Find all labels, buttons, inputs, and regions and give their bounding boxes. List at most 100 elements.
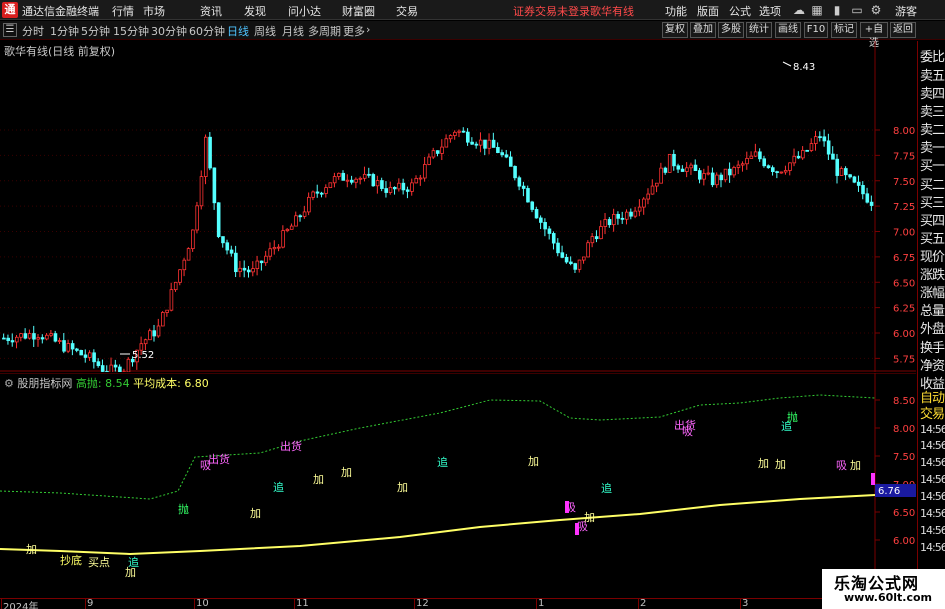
quote-field-label[interactable]: 买一 <box>920 155 945 174</box>
user-label[interactable]: 游客 <box>895 3 917 19</box>
menu-wealth[interactable]: 财富圈 <box>342 3 375 19</box>
f10-button[interactable]: F10 <box>804 22 828 38</box>
menu-market[interactable]: 行情 <box>112 3 134 19</box>
candle-body <box>869 201 874 206</box>
quote-field-label[interactable]: 买二 <box>920 174 945 193</box>
candle-body <box>753 151 758 157</box>
period-daily[interactable]: 日线 <box>227 23 249 39</box>
indicator-chart[interactable]: 8.508.007.507.006.506.006.76加加追抄底买点抛吸出货加… <box>0 372 916 599</box>
quote-field-label[interactable]: 14:56 <box>920 456 945 469</box>
settings-icon[interactable]: ⚙ <box>867 1 885 19</box>
menu-options[interactable]: 选项 <box>759 3 781 19</box>
candle-body <box>375 180 380 187</box>
candle-body <box>697 170 702 180</box>
signal-chase-label: 追 <box>128 555 139 569</box>
quote-field-label[interactable]: 14:56 <box>920 473 945 486</box>
candle-body <box>23 333 28 339</box>
candle-body <box>281 230 285 248</box>
period-15min[interactable]: 15分钟 <box>113 23 149 39</box>
quote-field-label[interactable]: 14:56 <box>920 439 945 452</box>
candle-body <box>710 172 715 186</box>
quote-field-label[interactable]: 净资 <box>920 355 945 374</box>
candle-body <box>238 267 242 273</box>
mark-button[interactable]: 标记 <box>831 22 857 38</box>
candle-body <box>809 143 814 151</box>
period-1min[interactable]: 1分钟 <box>50 23 79 39</box>
quote-field-label[interactable]: 卖二 <box>920 119 945 138</box>
quote-field-label[interactable]: 买五 <box>920 228 945 247</box>
indicator-gear-icon[interactable]: ⚙ <box>4 377 14 390</box>
quote-field-label[interactable]: 涨跌 <box>920 264 945 283</box>
candle-body <box>569 261 573 265</box>
quote-field-label[interactable]: 14:56 <box>920 423 945 436</box>
restore-icon[interactable]: ▭ <box>848 1 866 19</box>
period-5min[interactable]: 5分钟 <box>81 23 110 39</box>
candle-body <box>384 188 389 193</box>
menu-layout[interactable]: 版面 <box>697 3 719 19</box>
quote-field-label[interactable]: 卖五 <box>920 65 945 84</box>
candle-body <box>294 215 298 227</box>
quote-field-label[interactable]: 外盘 <box>920 318 945 337</box>
quote-field-label[interactable]: 买三 <box>920 192 945 211</box>
candle-body <box>818 136 822 139</box>
menu-ask[interactable]: 问小达 <box>288 3 321 19</box>
menu-discover[interactable]: 发现 <box>244 3 266 19</box>
period-60min[interactable]: 60分钟 <box>189 23 225 39</box>
period-multi[interactable]: 多周期 <box>308 23 341 39</box>
quote-field-label[interactable]: 现价 <box>920 246 945 265</box>
draw-button[interactable]: 画线 <box>775 22 801 38</box>
candle-body <box>685 167 689 172</box>
menu-trade[interactable]: 交易 <box>396 3 418 19</box>
quote-field-label[interactable]: 卖四 <box>920 83 945 102</box>
quote-field-label[interactable]: 14:56 <box>920 507 945 520</box>
menu-news[interactable]: 资讯 <box>200 3 222 19</box>
overlay-button[interactable]: 叠加 <box>690 22 716 38</box>
stats-button[interactable]: 统计 <box>746 22 772 38</box>
quote-field-label[interactable]: 换手 <box>920 337 945 356</box>
quote-field-label[interactable]: 交易 <box>920 403 945 422</box>
candle-body <box>453 131 457 136</box>
quote-field-label[interactable]: 委比 <box>920 46 945 65</box>
signal-absorb-label: 吸 <box>682 425 693 438</box>
candle-body <box>689 164 693 169</box>
back-button[interactable]: 返回 <box>890 22 916 38</box>
candle-body <box>14 336 19 343</box>
quote-field-label[interactable]: 14:56 <box>920 524 945 537</box>
adjust-button[interactable]: 复权 <box>662 22 688 38</box>
period-30min[interactable]: 30分钟 <box>151 23 187 39</box>
quote-field-label[interactable]: 买四 <box>920 210 945 229</box>
candle-body <box>362 173 367 179</box>
candle-body <box>530 201 535 210</box>
quote-field-label[interactable]: 总量 <box>920 300 945 319</box>
period-tick[interactable]: 分时 <box>22 23 44 39</box>
signal-icon[interactable]: ▮ <box>828 1 846 19</box>
candle-body <box>663 167 668 173</box>
price-tick-label: 6.25 <box>893 304 915 315</box>
period-more[interactable]: 更多 <box>343 23 365 39</box>
current-value-label: 6.76 <box>878 486 900 497</box>
grid-icon[interactable]: ▦ <box>808 1 826 19</box>
cloud-icon[interactable]: ☁ <box>790 1 808 19</box>
candlestick-canvas: 8.00 7.75 7.50 7.25 7.00 6.75 6.50 6.25 6.00 5.75… <box>0 41 916 391</box>
multi-stock-button[interactable]: 多股 <box>718 22 744 38</box>
menu-formula[interactable]: 公式 <box>729 3 751 19</box>
menu-market-center[interactable]: 市场 <box>143 3 165 19</box>
indicator-title[interactable]: 股朋指标网 <box>17 377 72 390</box>
add-watchlist-button[interactable]: +自选 <box>860 22 888 49</box>
candle-body <box>582 256 586 261</box>
candlestick-chart[interactable]: 8.00 7.75 7.50 7.25 7.00 6.75 6.50 6.25 6.00 5.75… <box>0 41 916 391</box>
quote-field-label[interactable]: 涨幅 <box>920 282 945 301</box>
candle-body <box>556 242 560 254</box>
toolbar-menu-icon[interactable]: ☰ <box>3 23 17 37</box>
period-monthly[interactable]: 月线 <box>282 23 304 39</box>
candle-body <box>478 139 483 146</box>
quote-field-label[interactable]: 卖一 <box>920 137 945 156</box>
chevron-right-icon[interactable]: › <box>366 23 370 36</box>
period-weekly[interactable]: 周线 <box>254 23 276 39</box>
quote-field-label[interactable]: 14:56 <box>920 541 945 554</box>
menu-function[interactable]: 功能 <box>665 3 687 19</box>
quote-field-label[interactable]: 卖三 <box>920 101 945 120</box>
quote-field-label[interactable]: 14:56 <box>920 490 945 503</box>
signal-absorb-label: 吸 <box>836 459 847 472</box>
login-notice[interactable]: 证券交易未登录 <box>513 3 590 19</box>
